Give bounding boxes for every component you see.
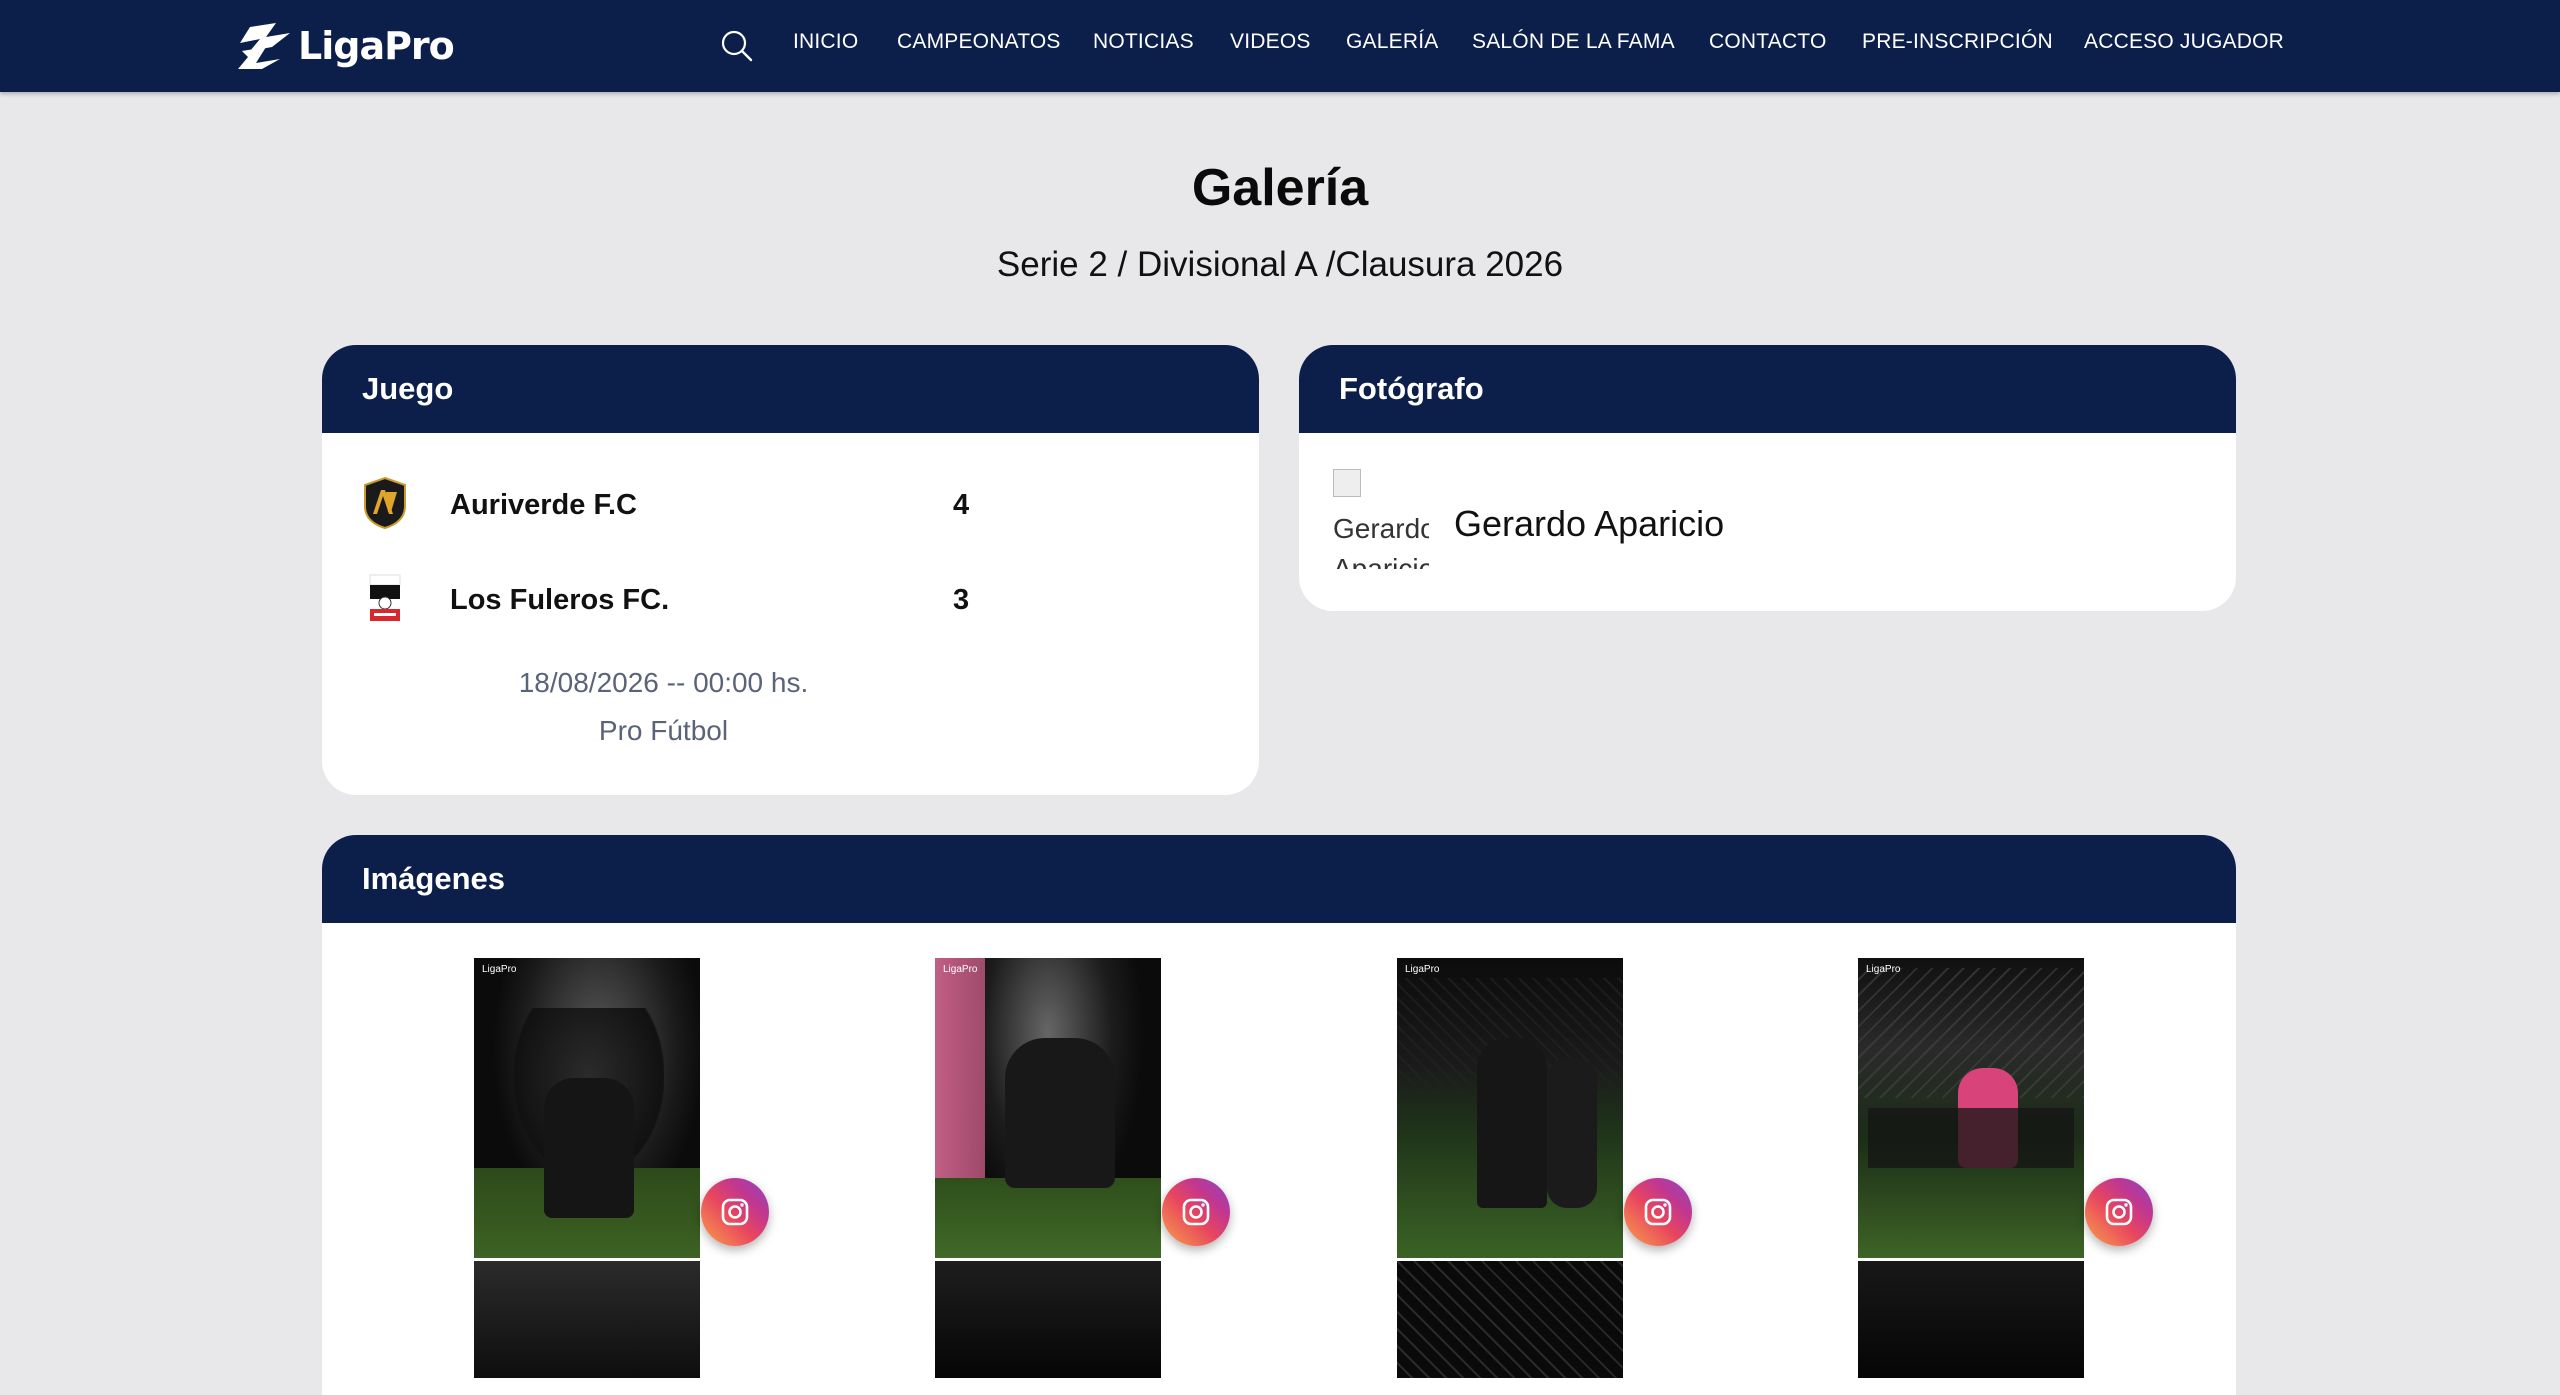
instagram-share-button[interactable] xyxy=(701,1178,769,1246)
photo-watermark: LigaPro xyxy=(1866,964,1901,975)
team-row-away: Los Fuleros FC. 3 xyxy=(322,571,1259,631)
team-score: 4 xyxy=(953,489,970,521)
photo-match-action xyxy=(1397,958,1623,1258)
images-card: Imágenes LigaPro LigaPro LigaPro LigaPro xyxy=(322,835,2236,1395)
broken-image-icon xyxy=(1333,469,1361,497)
gallery-photo[interactable]: LigaPro xyxy=(935,958,1161,1378)
game-datetime: 18/08/2026 -- 00:00 hs. xyxy=(518,667,809,698)
gallery-photo[interactable]: LigaPro xyxy=(1397,958,1623,1378)
nav-inicio[interactable]: INICIO xyxy=(793,30,858,54)
nav-noticias[interactable]: NOTICIAS xyxy=(1093,30,1194,54)
auriverde-crest-icon xyxy=(364,476,406,530)
photo-watermark: LigaPro xyxy=(482,964,517,975)
team-name[interactable]: Auriverde F.C xyxy=(450,489,637,522)
game-organization: Pro Fútbol xyxy=(598,715,729,746)
instagram-icon xyxy=(1644,1198,1672,1226)
instagram-share-button[interactable] xyxy=(1624,1178,1692,1246)
los-fuleros-crest-icon xyxy=(369,574,401,621)
photographer-avatar-alt: Gerardo Aparicio xyxy=(1333,513,1429,569)
photographer-avatar: Gerardo Aparicio xyxy=(1333,469,1429,569)
instagram-icon xyxy=(2105,1198,2133,1226)
nav-acceso-jugador[interactable]: ACCESO JUGADOR xyxy=(2084,30,2284,54)
nav-videos[interactable]: VIDEOS xyxy=(1230,30,1311,54)
nav-salon-de-la-fama[interactable]: SALÓN DE LA FAMA xyxy=(1472,30,1675,54)
photo-celebration xyxy=(474,958,700,1258)
instagram-share-button[interactable] xyxy=(1162,1178,1230,1246)
page-title: Galería xyxy=(1191,159,1369,217)
photo-next xyxy=(1858,1261,2084,1378)
photographer-name: Gerardo Aparicio xyxy=(1454,503,1725,544)
nav-pre-inscripcion[interactable]: PRE-INSCRIPCIÓN xyxy=(1862,30,2053,54)
photo-player-ball xyxy=(1858,958,2084,1258)
images-card-heading: Imágenes xyxy=(322,835,2236,923)
instagram-icon xyxy=(721,1198,749,1226)
team-score: 3 xyxy=(953,584,970,616)
photo-next xyxy=(1397,1261,1623,1378)
nav-galeria[interactable]: GALERÍA xyxy=(1346,30,1438,54)
ligapro-logo[interactable]: LigaPro xyxy=(236,18,455,74)
game-card: Juego Auriverde F.C 4 Los Fuleros FC. 3 … xyxy=(322,345,1259,795)
nav-campeonatos[interactable]: CAMPEONATOS xyxy=(897,30,1061,54)
photo-watermark: LigaPro xyxy=(943,964,978,975)
game-card-heading: Juego xyxy=(322,345,1259,433)
photographer-card: Fotógrafo Gerardo Aparicio Gerardo Apari… xyxy=(1299,345,2236,611)
nav-contacto[interactable]: CONTACTO xyxy=(1709,30,1827,54)
logo-text: LigaPro xyxy=(298,24,455,68)
photo-next xyxy=(935,1261,1161,1378)
top-navbar: LigaPro INICIO CAMPEONATOS NOTICIAS VIDE… xyxy=(0,0,2560,92)
instagram-share-button[interactable] xyxy=(2085,1178,2153,1246)
gallery-photo[interactable]: LigaPro xyxy=(474,958,700,1378)
page-subtitle: Serie 2 / Divisional A /Clausura 2026 xyxy=(996,245,1564,284)
search-icon[interactable] xyxy=(718,27,756,65)
photo-team-hug xyxy=(935,958,1161,1258)
photographer-card-heading: Fotógrafo xyxy=(1299,345,2236,433)
gallery-photo[interactable]: LigaPro xyxy=(1858,958,2084,1378)
instagram-icon xyxy=(1182,1198,1210,1226)
ligapro-logo-icon xyxy=(238,23,290,69)
photo-next xyxy=(474,1261,700,1378)
team-name[interactable]: Los Fuleros FC. xyxy=(450,584,669,617)
team-row-home: Auriverde F.C 4 xyxy=(322,476,1259,536)
photo-watermark: LigaPro xyxy=(1405,964,1440,975)
